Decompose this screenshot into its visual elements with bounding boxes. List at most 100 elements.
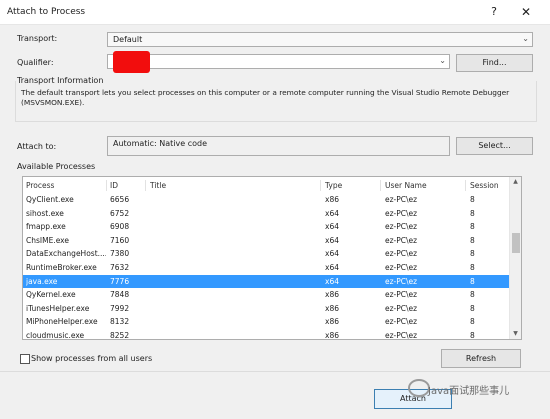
cell-user-name: ez-PC\ez xyxy=(385,235,418,245)
cell-session: 8 xyxy=(470,249,475,259)
column-divider[interactable] xyxy=(106,180,107,191)
column-header-id[interactable]: ID xyxy=(110,181,145,190)
cell-type: x64 xyxy=(325,263,339,272)
column-header-user-name[interactable]: User Name xyxy=(385,181,465,190)
scrollbar-thumb[interactable] xyxy=(512,233,520,253)
list-header: Process ID Title Type User Name Session xyxy=(23,179,509,193)
show-all-users-checkbox[interactable] xyxy=(20,354,30,364)
cell-user-name: ez-PC\ez xyxy=(385,195,418,204)
table-row[interactable]: QyKernel.exe 7848 x86 ez-PC\ez 8 xyxy=(23,288,509,302)
column-header-session[interactable]: Session xyxy=(470,181,500,190)
cell-type: x64 xyxy=(325,235,339,245)
cell-type: x64 xyxy=(325,249,339,259)
table-row[interactable]: sihost.exe 6752 x64 ez-PC\ez 8 xyxy=(23,207,509,221)
select-button[interactable]: Select... xyxy=(456,137,533,155)
cell-process: QyClient.exe xyxy=(26,195,74,204)
cell-type: x86 xyxy=(325,317,339,327)
cell-type: x64 xyxy=(325,276,339,286)
table-row[interactable]: iTunesHelper.exe 7992 x86 ez-PC\ez 8 xyxy=(23,302,509,316)
cell-session: 8 xyxy=(470,331,475,340)
cell-process: cloudmusic.exe xyxy=(26,331,85,340)
table-row[interactable]: DataExchangeHost.... 7380 x64 ez-PC\ez 8 xyxy=(23,247,509,261)
table-row-selected[interactable]: java.exe 7776 x64 ez-PC\ez 8 xyxy=(23,274,509,289)
cell-user-name: ez-PC\ez xyxy=(385,208,418,218)
cell-session: 8 xyxy=(470,303,475,313)
table-row[interactable]: ChsIME.exe 7160 x64 ez-PC\ez 8 xyxy=(23,234,509,248)
table-row[interactable]: QyClient.exe 6656 x86 ez-PC\ez 8 xyxy=(23,193,509,207)
column-header-type[interactable]: Type xyxy=(325,181,380,190)
table-row[interactable]: fmapp.exe 6908 x64 ez-PC\ez 8 xyxy=(23,220,509,234)
cell-user-name: ez-PC\ez xyxy=(385,222,418,232)
transport-dropdown[interactable]: Default ⌄ xyxy=(107,32,533,47)
cell-id: 7776 xyxy=(110,276,130,286)
cell-type: x64 xyxy=(325,222,339,232)
qualifier-label: Qualifier: xyxy=(17,58,54,67)
scroll-up-icon[interactable]: ▲ xyxy=(510,178,521,185)
table-row[interactable]: cloudmusic.exe 8252 x86 ez-PC\ez 8 xyxy=(23,329,509,340)
watermark-text: Java面试那些事儿 xyxy=(428,386,510,397)
attach-to-label: Attach to: xyxy=(17,142,57,151)
watermark-logo-icon xyxy=(408,379,430,397)
cell-id: 7848 xyxy=(110,290,130,300)
close-button[interactable]: ✕ xyxy=(517,4,535,20)
process-list[interactable]: Process ID Title Type User Name Session … xyxy=(22,176,522,340)
chevron-down-icon: ⌄ xyxy=(522,34,529,43)
cell-session: 8 xyxy=(470,222,475,232)
table-row[interactable]: MiPhoneHelper.exe 8132 x86 ez-PC\ez 8 xyxy=(23,315,509,329)
cell-type: x86 xyxy=(325,195,339,204)
table-row[interactable]: RuntimeBroker.exe 7632 x64 ez-PC\ez 8 xyxy=(23,261,509,275)
cell-type: x86 xyxy=(325,290,339,300)
cell-user-name: ez-PC\ez xyxy=(385,331,418,340)
column-divider[interactable] xyxy=(465,180,466,191)
cell-process: java.exe xyxy=(26,276,58,286)
cell-process: QyKernel.exe xyxy=(26,290,76,300)
cell-id: 8252 xyxy=(110,331,130,340)
cell-user-name: ez-PC\ez xyxy=(385,276,418,286)
vertical-scrollbar[interactable] xyxy=(509,177,521,339)
qualifier-input[interactable]: ⌄ xyxy=(107,54,450,69)
cell-id: 6908 xyxy=(110,222,130,232)
available-processes-heading: Available Processes xyxy=(17,162,96,171)
cell-session: 8 xyxy=(470,263,475,272)
cell-user-name: ez-PC\ez xyxy=(385,263,418,272)
cell-id: 7380 xyxy=(110,249,130,259)
cell-session: 8 xyxy=(470,317,475,327)
transport-value: Default xyxy=(113,35,143,44)
cell-process: sihost.exe xyxy=(26,208,64,218)
refresh-button[interactable]: Refresh xyxy=(441,349,521,368)
chevron-down-icon: ⌄ xyxy=(439,56,446,65)
cell-process: ChsIME.exe xyxy=(26,235,70,245)
cell-id: 7992 xyxy=(110,303,130,313)
cell-user-name: ez-PC\ez xyxy=(385,317,418,327)
transport-info-heading: Transport Information xyxy=(17,76,107,85)
cell-session: 8 xyxy=(470,195,475,204)
cell-user-name: ez-PC\ez xyxy=(385,290,418,300)
show-all-users-label: Show processes from all users xyxy=(31,354,153,363)
column-divider[interactable] xyxy=(320,180,321,191)
cell-process: MiPhoneHelper.exe xyxy=(26,317,98,327)
cell-id: 6656 xyxy=(110,195,130,204)
transport-info-text: The default transport lets you select pr… xyxy=(21,88,510,107)
cell-type: x86 xyxy=(325,331,339,340)
cell-id: 7160 xyxy=(110,235,130,245)
column-header-process[interactable]: Process xyxy=(26,181,106,190)
attach-to-field: Automatic: Native code xyxy=(107,136,450,156)
scroll-down-icon[interactable]: ▼ xyxy=(510,330,521,337)
cell-process: fmapp.exe xyxy=(26,222,66,232)
cell-type: x86 xyxy=(325,303,339,313)
cell-session: 8 xyxy=(470,276,475,286)
footer-divider xyxy=(0,371,550,372)
find-button[interactable]: Find... xyxy=(456,54,533,72)
column-divider[interactable] xyxy=(145,180,146,191)
column-header-title[interactable]: Title xyxy=(150,181,320,190)
column-divider[interactable] xyxy=(380,180,381,191)
cell-session: 8 xyxy=(470,208,475,218)
cell-type: x64 xyxy=(325,208,339,218)
window-title: Attach to Process xyxy=(7,7,86,17)
redaction-mark xyxy=(113,51,150,73)
help-button[interactable]: ? xyxy=(486,4,502,20)
transport-label: Transport: xyxy=(17,34,58,43)
cell-user-name: ez-PC\ez xyxy=(385,249,418,259)
cell-process: RuntimeBroker.exe xyxy=(26,263,97,272)
cell-process: iTunesHelper.exe xyxy=(26,303,90,313)
